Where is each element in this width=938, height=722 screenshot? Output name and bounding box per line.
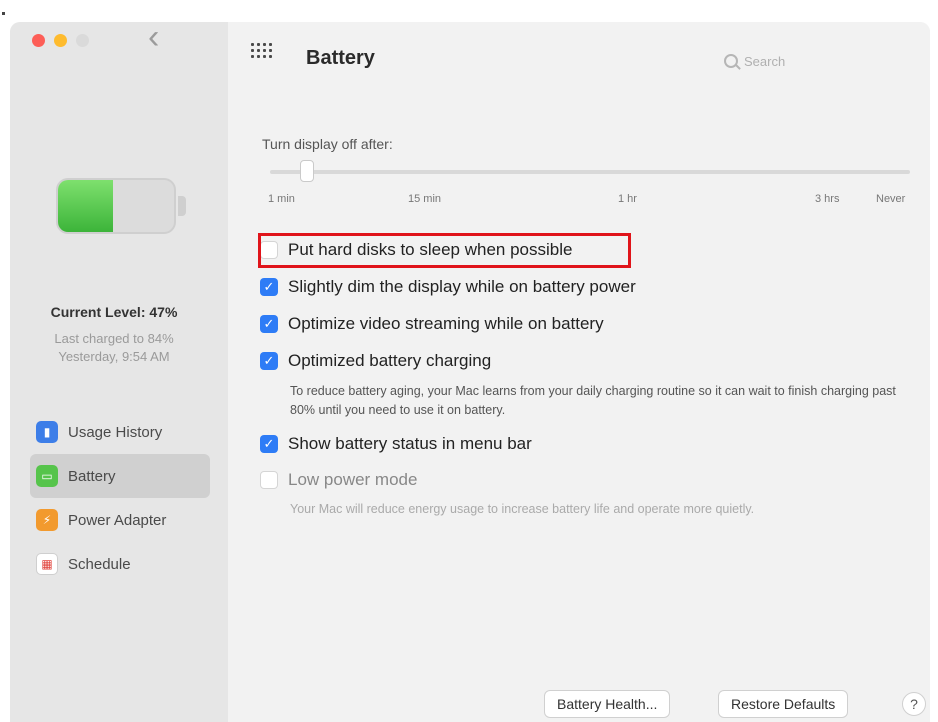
back-arrow-icon[interactable]: ‹ [148,20,159,54]
low-power-mode-option[interactable]: Low power mode [260,470,417,490]
video-streaming-checkbox[interactable]: ✓ [260,315,278,333]
slider-tick: 3 hrs [815,193,840,205]
charge-info: Last charged to 84% [54,331,174,346]
display-sleep-slider-thumb[interactable] [300,160,314,182]
menu-bar-status-checkbox[interactable]: ✓ [260,435,278,453]
slider-tick: 1 min [268,193,295,205]
sidebar-item-label: Usage History [68,423,163,441]
window-title: Battery [306,47,375,69]
main-panel [228,22,930,722]
help-button[interactable]: ? [902,692,926,716]
sidebar-item-label: Battery [68,467,116,485]
slider-tick: 1 hr [618,193,637,205]
menu-bar-status-option[interactable]: ✓ Show battery status in menu bar [260,434,532,454]
low-power-mode-checkbox[interactable] [260,471,278,489]
sidebar-item-usage-history[interactable]: ▮ Usage History [30,410,210,454]
battery-preferences-window [10,22,930,722]
option-label: Optimized battery charging [288,351,492,370]
optimized-charging-checkbox[interactable]: ✓ [260,352,278,370]
sidebar-item-schedule[interactable]: ▦ Schedule [30,542,210,586]
sidebar-item-battery[interactable]: ▭ Battery [30,454,210,498]
dim-display-checkbox[interactable]: ✓ [260,278,278,296]
battery-icon: ▭ [36,465,58,487]
current-level-text: Current Level: 47% [50,304,178,320]
corner-dot [2,12,5,15]
display-sleep-label: Turn display off after: [262,136,393,152]
battery-level-graphic [56,178,186,234]
minimize-window-button[interactable] [54,34,67,47]
calendar-icon: ▦ [36,553,58,575]
dim-display-option[interactable]: ✓ Slightly dim the display while on batt… [260,277,636,297]
show-all-grid-icon[interactable] [251,43,275,61]
sidebar-item-label: Power Adapter [68,511,167,529]
search-icon [724,54,738,68]
charge-time: Yesterday, 9:54 AM [58,349,170,364]
sidebar-nav: ▮ Usage History ▭ Battery ⚡ Power Adapte… [30,410,210,586]
option-label: Slightly dim the display while on batter… [288,277,636,296]
battery-charge-fill [58,180,113,232]
slider-tick: Never [876,193,906,205]
display-sleep-slider[interactable] [270,170,910,174]
optimized-charging-option[interactable]: ✓ Optimized battery charging [260,351,491,371]
sidebar-item-label: Schedule [68,555,131,573]
option-label: Optimize video streaming while on batter… [288,314,604,333]
highlight-box [258,233,631,268]
zoom-window-button[interactable] [76,34,89,47]
option-label: Show battery status in menu bar [288,434,532,453]
power-adapter-icon: ⚡ [36,509,58,531]
video-streaming-option[interactable]: ✓ Optimize video streaming while on batt… [260,314,604,334]
low-power-mode-description: Your Mac will reduce energy usage to inc… [290,502,755,516]
search-field[interactable]: Search [724,49,834,73]
optimized-charging-description: To reduce battery aging, your Mac learns… [290,384,896,417]
close-window-button[interactable] [32,34,45,47]
battery-health-button[interactable]: Battery Health... [544,690,671,718]
last-charged-text: Last charged to 84% Yesterday, 9:54 AM [20,330,208,366]
search-placeholder: Search [744,53,786,69]
battery-body [56,178,176,234]
option-label: Low power mode [288,470,418,489]
chart-icon: ▮ [36,421,58,443]
battery-terminal [178,196,186,216]
sidebar-item-power-adapter[interactable]: ⚡ Power Adapter [30,498,210,542]
sidebar [10,22,228,722]
slider-tick: 15 min [408,193,442,205]
restore-defaults-button[interactable]: Restore Defaults [718,690,849,718]
